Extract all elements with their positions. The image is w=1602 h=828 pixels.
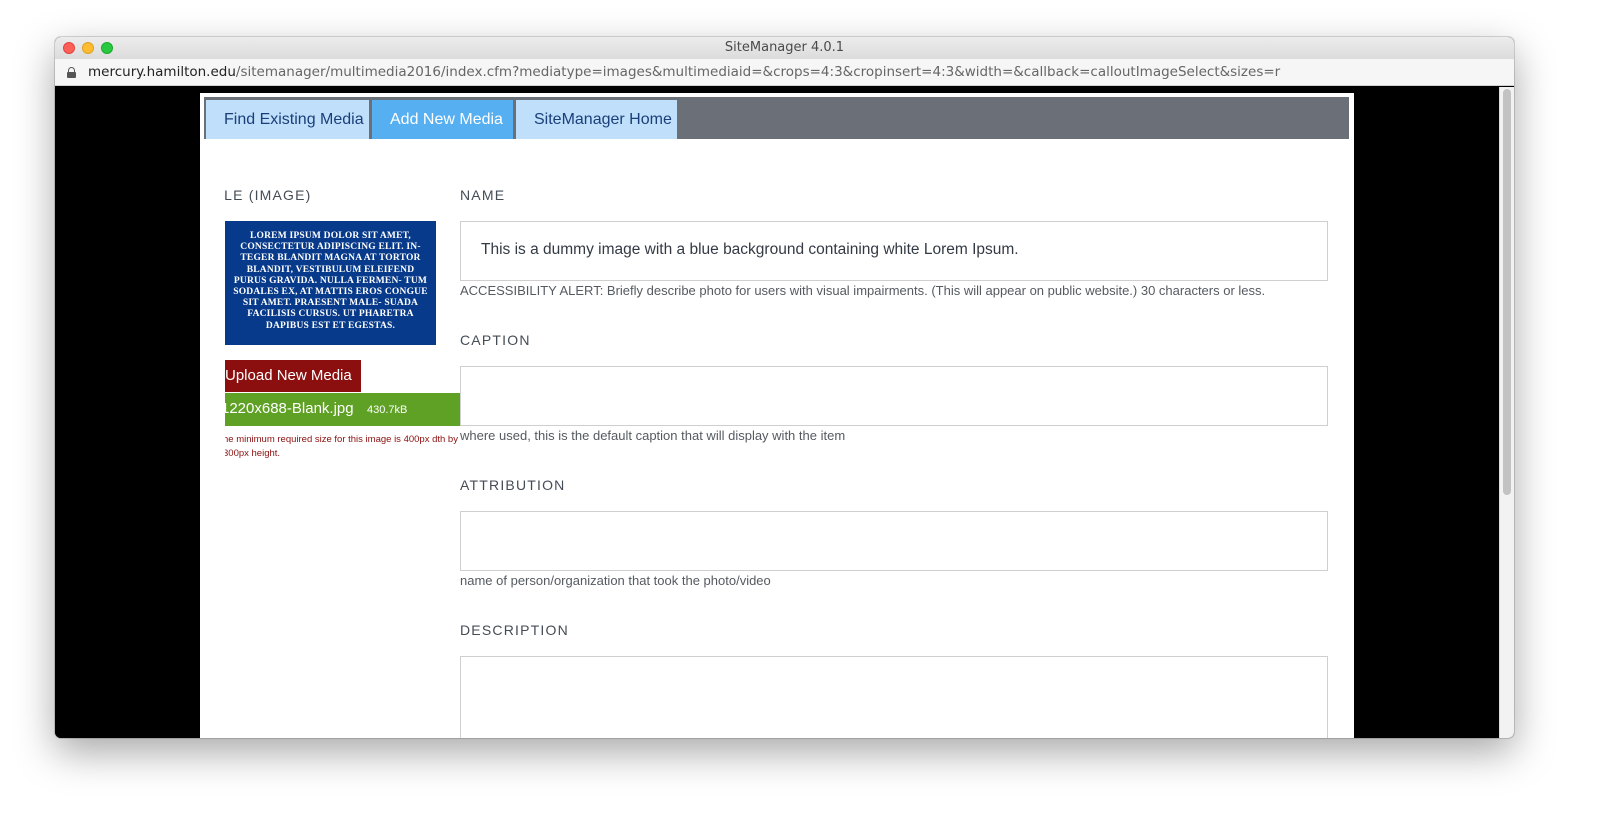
tab-find-existing-media[interactable]: Find Existing Media (206, 100, 369, 139)
vertical-scrollbar[interactable] (1499, 87, 1514, 738)
caption-help-text: where used, this is the default caption … (460, 428, 846, 443)
media-manager-page: Find Existing Media Add New Media SiteMa… (200, 93, 1354, 738)
description-field[interactable] (460, 656, 1328, 738)
attribution-label: ATTRIBUTION (460, 477, 566, 493)
name-help-text: ACCESSIBILITY ALERT: Briefly describe ph… (460, 283, 1266, 298)
file-label: ILE (IMAGE) (225, 187, 312, 203)
browser-window: SiteManager 4.0.1 mercury.hamilton.edu/s… (55, 37, 1514, 738)
scrollbar-thumb[interactable] (1503, 89, 1511, 495)
tab-sitemanager-home[interactable]: SiteManager Home (516, 100, 677, 139)
lock-icon (67, 67, 76, 78)
attribution-help-text: name of person/organization that took th… (460, 573, 771, 588)
name-label: NAME (460, 187, 506, 203)
address-bar[interactable]: mercury.hamilton.edu/sitemanager/multime… (55, 59, 1514, 86)
caption-label: CAPTION (460, 332, 531, 348)
attribution-field[interactable] (460, 511, 1328, 571)
name-field[interactable]: This is a dummy image with a blue backgr… (460, 221, 1328, 281)
tab-add-new-media[interactable]: Add New Media (372, 100, 513, 139)
caption-field[interactable] (460, 366, 1328, 426)
title-bar: SiteManager 4.0.1 (55, 37, 1514, 59)
url-path: /sitemanager/multimedia2016/index.cfm?me… (235, 64, 1281, 80)
url-text[interactable]: mercury.hamilton.edu/sitemanager/multime… (88, 64, 1280, 80)
tab-bar: Find Existing Media Add New Media SiteMa… (204, 97, 1349, 139)
page-viewport: Find Existing Media Add New Media SiteMa… (55, 87, 1499, 738)
name-field-value: This is a dummy image with a blue backgr… (481, 241, 1019, 258)
min-size-note: he minimum required size for this image … (225, 434, 458, 459)
window-title: SiteManager 4.0.1 (724, 40, 845, 55)
file-name: 1220x688-Blank.jpg (225, 400, 354, 417)
upload-new-media-button[interactable]: Upload New Media (225, 360, 361, 392)
file-panel: ILE (IMAGE) LOREM IPSUM DOLOR SIT AMET, … (225, 183, 461, 483)
uploaded-file-bar: 1220x688-Blank.jpg 430.7kB (225, 393, 461, 426)
file-size: 430.7kB (367, 404, 408, 416)
description-label: DESCRIPTION (460, 622, 569, 638)
image-thumbnail[interactable]: LOREM IPSUM DOLOR SIT AMET, CONSECTETUR … (225, 221, 436, 345)
url-host: mercury.hamilton.edu (88, 64, 236, 80)
